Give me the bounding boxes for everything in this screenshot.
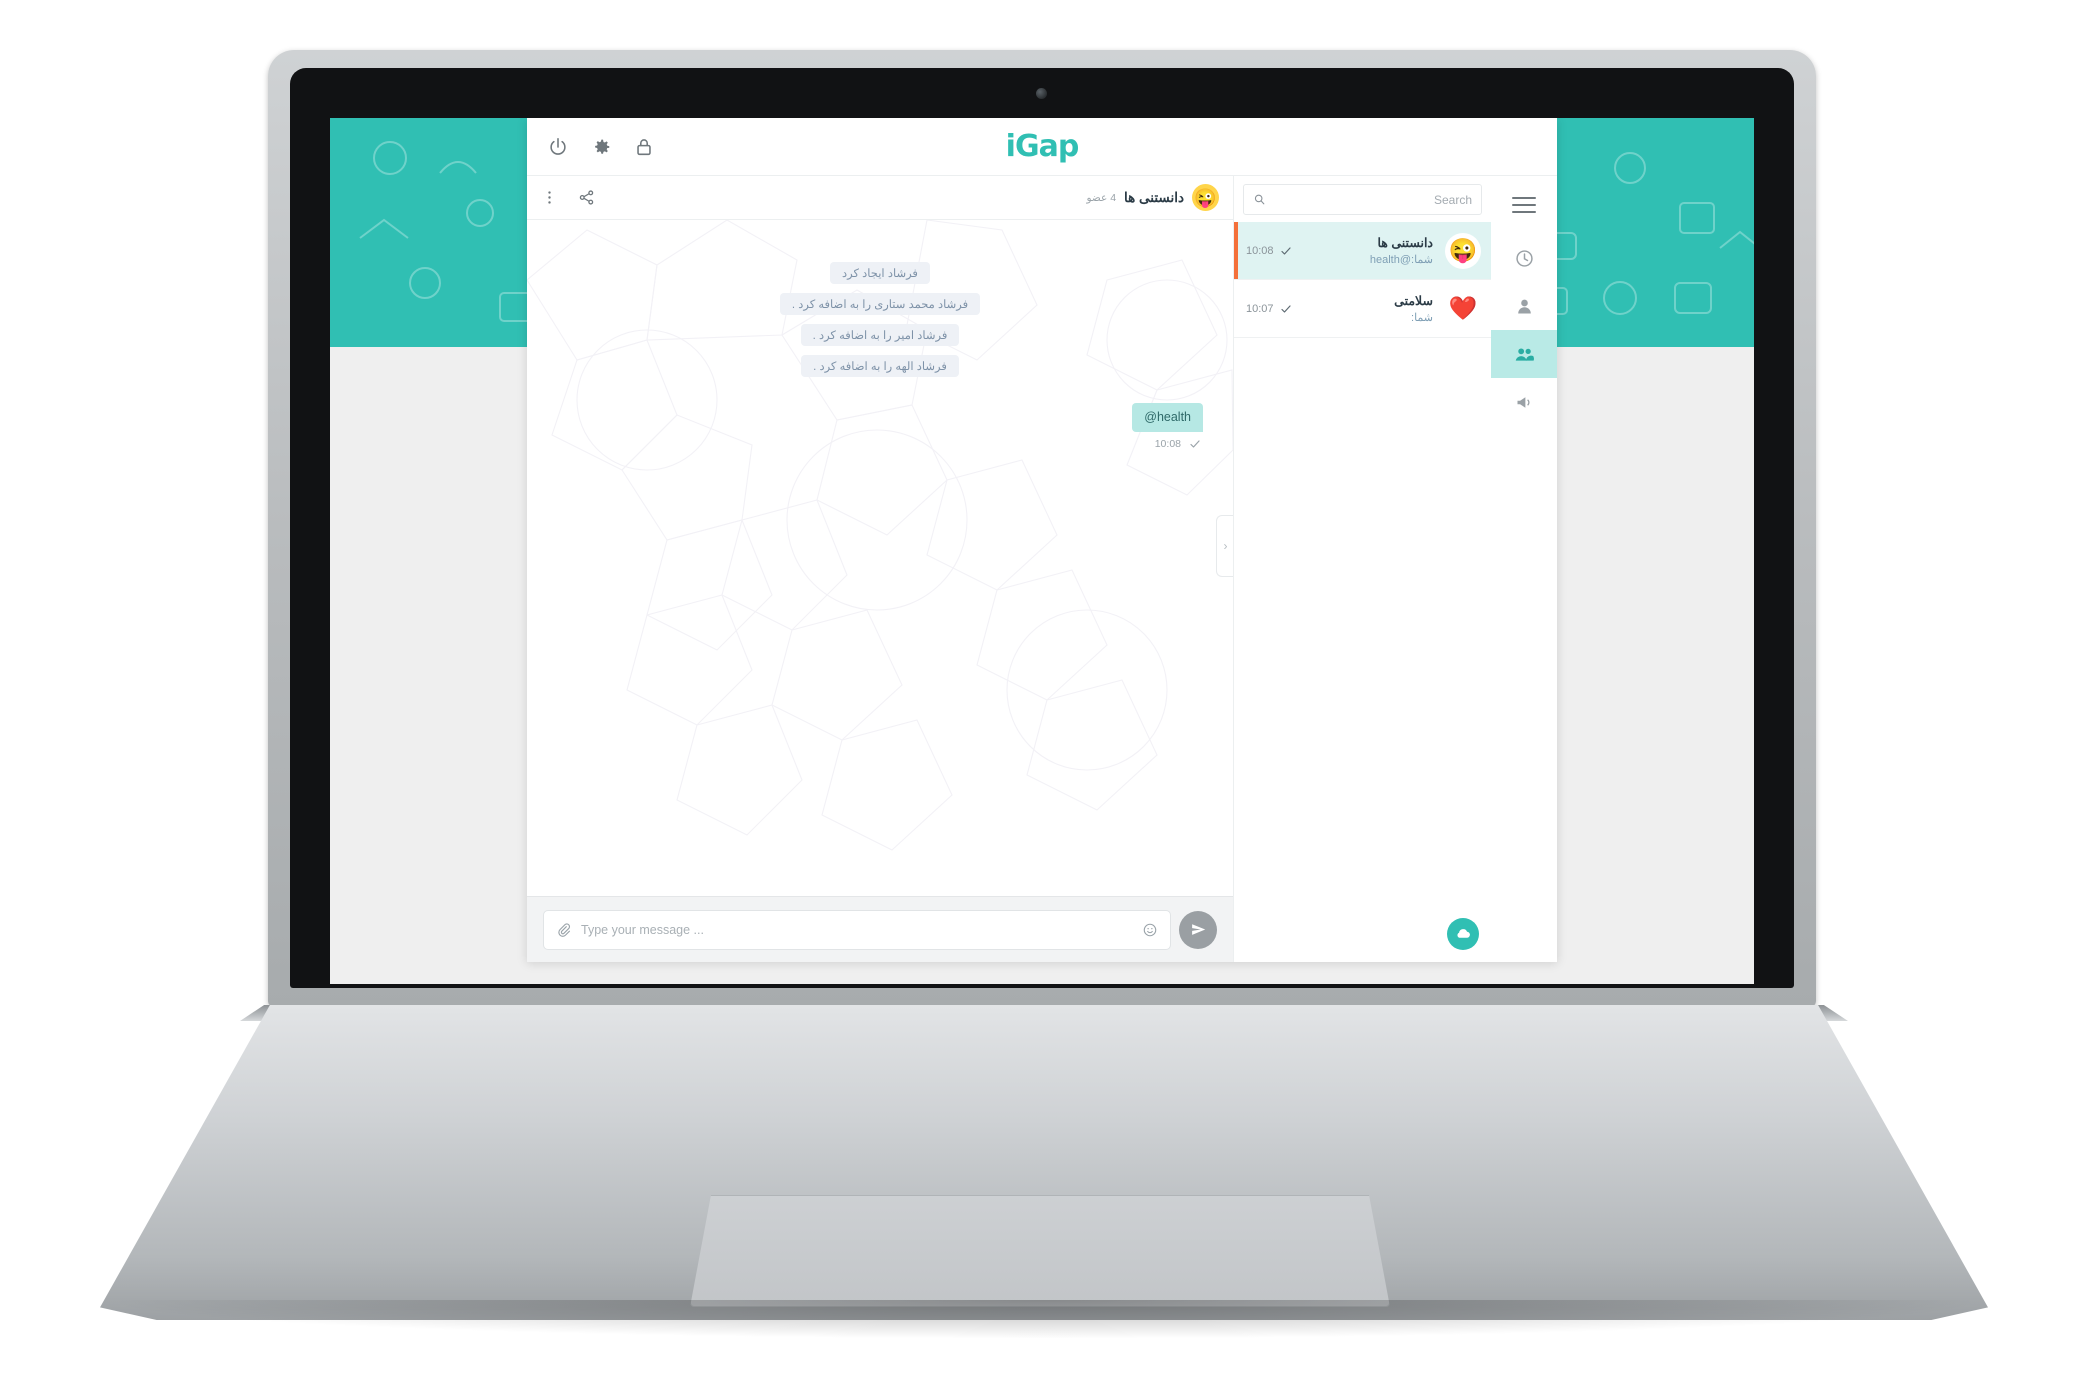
trackpad[interactable]: [690, 1195, 1390, 1307]
search-box[interactable]: [1243, 184, 1482, 215]
app-logo: iGap: [1005, 129, 1080, 164]
chat-item-text: سلامتی شما:: [1300, 293, 1437, 324]
nav-rail-items: [1491, 234, 1557, 426]
delivered-check-icon: [1189, 438, 1201, 450]
composer-input-box[interactable]: [543, 909, 1171, 950]
system-message: فرشاد ایجاد کرد: [830, 262, 930, 284]
rail-item-recent[interactable]: [1491, 234, 1557, 282]
system-message: فرشاد امیر را به اضافه کرد .: [800, 324, 960, 346]
collapse-panel-toggle[interactable]: ›: [1216, 515, 1233, 577]
chat-item-avatar: ❤️: [1445, 290, 1481, 327]
search-wrapper: [1234, 176, 1491, 222]
system-message-row: فرشاد ایجاد کرد: [553, 262, 1207, 284]
chat-item-name: سلامتی: [1394, 294, 1433, 308]
laptop-shadow: [120, 1300, 1970, 1338]
rail-item-groups[interactable]: [1491, 330, 1557, 378]
webcam: [1036, 88, 1047, 99]
message-meta: 10:08: [1155, 438, 1203, 450]
outgoing-message-row: @health 10:08: [553, 403, 1207, 450]
message-input[interactable]: [581, 922, 1132, 937]
system-message-row: فرشاد محمد ستاری را به اضافه کرد .: [553, 293, 1207, 315]
hamburger-menu-icon[interactable]: [1512, 197, 1536, 213]
chat-item-preview: شما:: [1411, 312, 1433, 324]
outgoing-message[interactable]: @health 10:08: [1132, 403, 1203, 450]
messages-inner: فرشاد ایجاد کرد فرشاد محمد ستاری را به ا…: [527, 220, 1233, 458]
emoji-smiley-icon[interactable]: [1142, 922, 1158, 938]
chat-header: 4 عضو دانستنی ها 😜: [527, 176, 1233, 220]
share-icon[interactable]: [578, 189, 595, 206]
message-text: @health: [1132, 403, 1203, 432]
chat-header-identity[interactable]: 4 عضو دانستنی ها 😜: [1086, 184, 1219, 211]
app-viewport: iGap 4 عضو دانستنی ها 😜 فرشاد ایجاد کرد …: [330, 118, 1754, 984]
rail-item-contacts[interactable]: [1491, 282, 1557, 330]
chat-panel: 4 عضو دانستنی ها 😜 فرشاد ایجاد کرد فرشاد…: [527, 176, 1233, 962]
app-body: 4 عضو دانستنی ها 😜 فرشاد ایجاد کرد فرشاد…: [527, 176, 1557, 962]
system-message-row: فرشاد امیر را به اضافه کرد .: [553, 324, 1207, 346]
chat-header-actions: [541, 189, 595, 206]
chat-list-item[interactable]: 10:07 سلامتی شما: ❤️: [1234, 280, 1491, 338]
chat-list-panel: 10:08 دانستنی ها شما:@health 😜: [1233, 176, 1491, 962]
app-topbar: iGap: [527, 118, 1557, 176]
chat-item-preview: شما:@health: [1369, 254, 1433, 266]
system-message: فرشاد الهه را به اضافه کرد .: [801, 355, 959, 377]
screenshot-stage: iGap 4 عضو دانستنی ها 😜 فرشاد ایجاد کرد …: [0, 0, 2082, 1386]
chat-item-avatar: 😜: [1445, 232, 1481, 269]
nav-rail: [1491, 176, 1557, 962]
delivered-check-icon: [1280, 245, 1292, 257]
delivered-check-icon: [1280, 303, 1292, 315]
message-list: فرشاد ایجاد کرد فرشاد محمد ستاری را به ا…: [527, 220, 1233, 896]
search-input[interactable]: [1274, 192, 1472, 207]
chat-member-count: 4 عضو: [1086, 191, 1117, 204]
app-window: iGap 4 عضو دانستنی ها 😜 فرشاد ایجاد کرد …: [527, 118, 1557, 962]
paperclip-icon[interactable]: [556, 922, 571, 937]
chat-title: دانستنی ها: [1124, 189, 1184, 205]
chat-list-item[interactable]: 10:08 دانستنی ها شما:@health 😜: [1234, 222, 1491, 280]
chat-item-meta: 10:07: [1246, 303, 1292, 315]
menu-toggle[interactable]: [1491, 176, 1557, 234]
cloud-button[interactable]: [1447, 918, 1479, 950]
rail-item-channels[interactable]: [1491, 378, 1557, 426]
system-message: فرشاد محمد ستاری را به اضافه کرد .: [779, 293, 981, 315]
more-vertical-icon[interactable]: [541, 189, 558, 206]
message-time: 10:08: [1154, 438, 1181, 450]
chat-item-time: 10:08: [1246, 244, 1274, 257]
chat-item-name: دانستنی ها: [1377, 236, 1433, 250]
message-composer: [527, 896, 1233, 962]
search-icon: [1253, 193, 1266, 206]
send-button[interactable]: [1179, 910, 1217, 949]
chat-item-meta: 10:08: [1246, 245, 1292, 257]
chat-avatar: 😜: [1192, 184, 1219, 211]
chat-item-time: 10:07: [1246, 302, 1274, 315]
chat-item-text: دانستنی ها شما:@health: [1300, 235, 1437, 266]
system-message-row: فرشاد الهه را به اضافه کرد .: [553, 355, 1207, 377]
